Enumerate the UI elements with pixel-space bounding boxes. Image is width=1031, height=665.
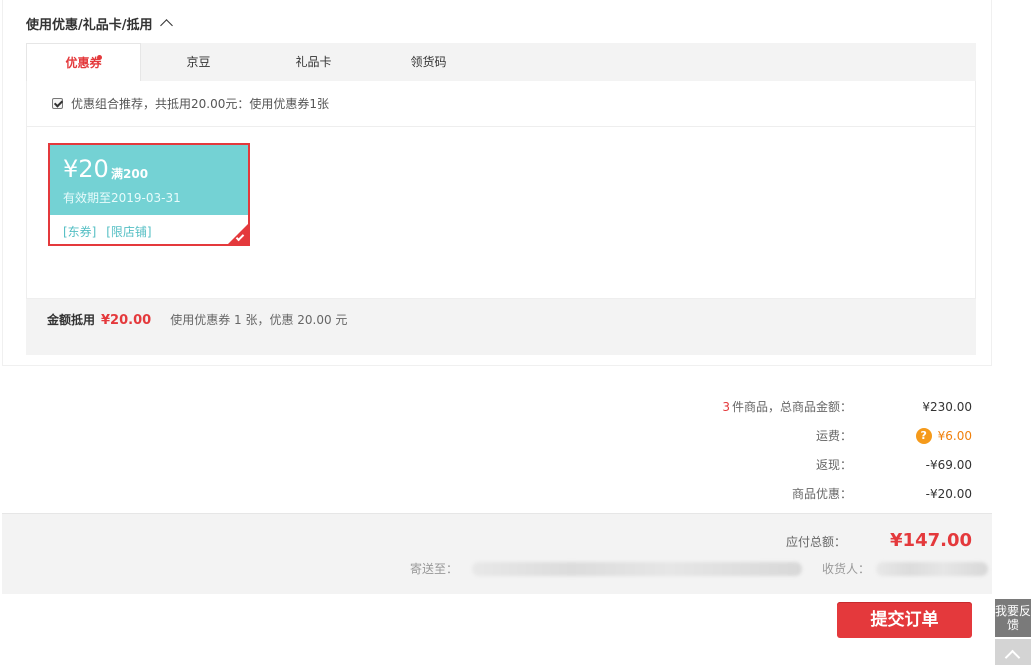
shipping-row: 运费： ? ¥6.00 bbox=[672, 421, 972, 450]
discount-panel: 使用优惠/礼品卡/抵用 优惠券 京豆 礼品卡 领货码 优惠组合推荐，共抵用20.… bbox=[2, 0, 992, 366]
product-discount-label: 商品优惠： bbox=[791, 487, 852, 501]
discount-section-title: 使用优惠/礼品卡/抵用 bbox=[26, 18, 153, 33]
cashback-row: 返现： -¥69.00 bbox=[672, 450, 972, 479]
product-discount-row: 商品优惠： -¥20.00 bbox=[672, 479, 972, 508]
shipping-amount: ¥6.00 bbox=[937, 428, 972, 443]
tab-gift-card[interactable]: 礼品卡 bbox=[256, 43, 371, 81]
receiver-label: 收货人： bbox=[822, 562, 871, 576]
summary-detail: 使用优惠券 1 张，优惠 20.00 元 bbox=[170, 313, 348, 327]
shipping-address-row: 寄送至： 收货人： bbox=[410, 560, 989, 577]
back-to-top-button[interactable] bbox=[995, 639, 1031, 665]
cashback-label: 返现： bbox=[815, 458, 852, 472]
arrow-up-icon bbox=[1004, 649, 1021, 665]
item-count: 3 bbox=[722, 400, 730, 414]
coupon-amount: ¥20 bbox=[63, 155, 109, 183]
recommend-text: 优惠组合推荐，共抵用20.00元：使用优惠券1张 bbox=[71, 97, 329, 111]
ship-to-label: 寄送至： bbox=[410, 562, 459, 576]
goods-total-row: 3 件商品，总商品金额： ¥230.00 bbox=[672, 392, 972, 421]
coupon-header: ¥20 满200 有效期至2019-03-31 bbox=[50, 145, 248, 215]
product-discount-amount: -¥20.00 bbox=[925, 486, 972, 501]
coupon-card[interactable]: ¥20 满200 有效期至2019-03-31 [东券] [限店铺] bbox=[48, 143, 250, 246]
coupon-tag: [东券] bbox=[63, 225, 97, 239]
summary-label: 金额抵用 bbox=[47, 313, 96, 327]
coupon-validity: 有效期至2019-03-31 bbox=[63, 191, 181, 205]
recommend-row: 优惠组合推荐，共抵用20.00元：使用优惠券1张 bbox=[27, 81, 975, 127]
order-total-box: 应付总额： ¥147.00 寄送至： 收货人： bbox=[2, 513, 992, 594]
feedback-button[interactable]: 我要反馈 bbox=[995, 599, 1031, 637]
redacted-receiver bbox=[876, 561, 989, 576]
goods-label: 件商品，总商品金额： bbox=[731, 400, 852, 414]
coupon-tag: [限店铺] bbox=[106, 225, 152, 239]
tab-jingdou[interactable]: 京豆 bbox=[141, 43, 256, 81]
help-icon[interactable]: ? bbox=[915, 427, 932, 444]
coupon-content: 优惠组合推荐，共抵用20.00元：使用优惠券1张 ¥20 满200 有效期至20… bbox=[26, 81, 976, 299]
coupon-condition: 满200 bbox=[111, 167, 149, 181]
discount-summary: 金额抵用 ¥20.00 使用优惠券 1 张，优惠 20.00 元 bbox=[26, 299, 976, 355]
new-dot-icon bbox=[97, 55, 102, 60]
tab-coupons[interactable]: 优惠券 bbox=[26, 43, 141, 81]
payable-label: 应付总额： bbox=[786, 535, 847, 549]
coupon-tags: [东券] [限店铺] bbox=[63, 223, 158, 240]
tab-pickup-code[interactable]: 领货码 bbox=[371, 43, 486, 81]
chevron-up-icon bbox=[159, 19, 173, 32]
redacted-address bbox=[472, 561, 803, 576]
cashback-amount: -¥69.00 bbox=[925, 457, 972, 472]
summary-amount: ¥20.00 bbox=[101, 313, 152, 328]
payable-row: 应付总额： ¥147.00 bbox=[786, 530, 972, 551]
tab-gift-card-label: 礼品卡 bbox=[295, 55, 332, 69]
discount-tabs: 优惠券 京豆 礼品卡 领货码 bbox=[26, 43, 976, 81]
goods-amount: ¥230.00 bbox=[922, 399, 972, 414]
tab-jingdou-label: 京豆 bbox=[186, 55, 211, 69]
shipping-label: 运费： bbox=[815, 429, 852, 443]
tab-pickup-code-label: 领货码 bbox=[410, 55, 447, 69]
submit-order-button[interactable]: 提交订单 bbox=[837, 602, 972, 638]
discount-section-toggle[interactable]: 使用优惠/礼品卡/抵用 bbox=[26, 14, 173, 33]
payable-amount: ¥147.00 bbox=[890, 530, 972, 551]
fee-breakdown: 3 件商品，总商品金额： ¥230.00 运费： ? ¥6.00 返现： -¥69… bbox=[672, 392, 972, 508]
recommend-checkbox[interactable] bbox=[52, 98, 63, 109]
